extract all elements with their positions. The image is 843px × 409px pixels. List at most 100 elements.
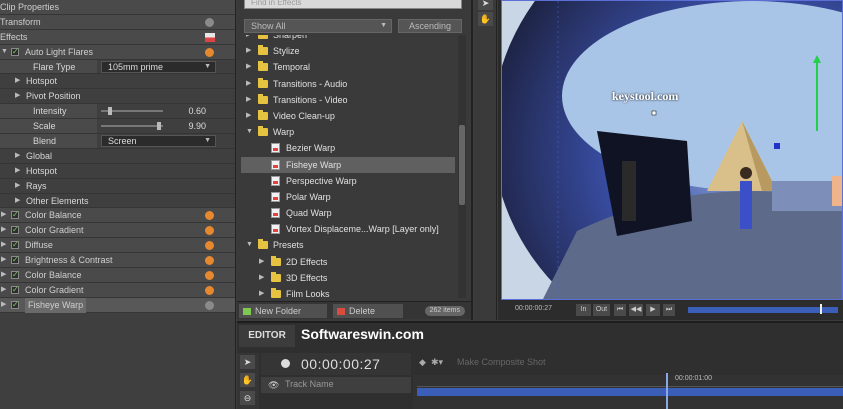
expand-arrow-icon[interactable]: ▶	[259, 286, 264, 298]
flare-type-select[interactable]: 105mm prime ▼	[101, 60, 216, 73]
effect-checkbox[interactable]	[11, 208, 19, 223]
expand-arrow-icon[interactable]: ▶	[246, 43, 251, 59]
pivot-position-row[interactable]: ▶ Pivot Position	[0, 89, 235, 105]
effect-checkbox[interactable]	[11, 45, 19, 60]
tree-effect-item[interactable]: Polar Warp	[241, 189, 455, 205]
video-frame[interactable]: keystool.com	[501, 0, 843, 300]
expand-arrow-icon[interactable]: ▶	[1, 238, 9, 253]
intensity-value[interactable]: 0.60	[188, 104, 206, 119]
reset-icon[interactable]	[205, 17, 214, 27]
play-icon[interactable]: ▶	[646, 304, 660, 316]
step-back-icon[interactable]: ◀◀	[629, 304, 643, 316]
expand-arrow-icon[interactable]: ▶	[259, 270, 264, 286]
expand-arrow-icon[interactable]: ▶	[246, 35, 251, 43]
scrubber-playhead[interactable]	[820, 304, 822, 314]
sort-button[interactable]: Ascending	[398, 19, 462, 33]
viewer-scrubber[interactable]	[688, 304, 838, 314]
expand-arrow-icon[interactable]: ▶	[246, 108, 251, 124]
snap-icon[interactable]: ◆	[419, 357, 426, 368]
effects-row[interactable]: Effects	[0, 29, 235, 45]
expand-arrow-icon[interactable]: ▶	[1, 268, 9, 283]
collapse-arrow-icon[interactable]: ▼	[246, 124, 253, 140]
expand-arrow-icon[interactable]: ▶	[246, 92, 251, 108]
jump-end-icon[interactable]: ⏭	[663, 304, 675, 316]
tree-effect-item[interactable]: Fisheye Warp	[241, 156, 455, 173]
effect-checkbox[interactable]	[11, 283, 19, 298]
timeline-track[interactable]	[417, 388, 843, 396]
effect-checkbox[interactable]	[11, 238, 19, 253]
link-tool-icon[interactable]: ⊖	[240, 391, 255, 405]
effect-settings-icon[interactable]	[205, 271, 214, 281]
tree-folder-item[interactable]: ▼ Warp	[241, 124, 455, 140]
effect-settings-icon[interactable]	[205, 256, 214, 266]
make-composite-shot-button[interactable]: Make Composite Shot	[457, 357, 546, 367]
pointer-tool-icon[interactable]: ➤	[240, 355, 255, 369]
tree-folder-item[interactable]: ▶ Video Clean-up	[241, 108, 455, 124]
expand-arrow-icon[interactable]: ▶	[15, 74, 23, 89]
intensity-slider[interactable]	[101, 107, 163, 116]
collapse-arrow-icon[interactable]: ▼	[246, 237, 253, 253]
effects-icon[interactable]	[205, 32, 215, 42]
expand-arrow-icon[interactable]: ▶	[246, 76, 251, 92]
expand-arrow-icon[interactable]: ▶	[15, 194, 23, 209]
expand-arrow-icon[interactable]: ▶	[246, 59, 251, 75]
expand-arrow-icon[interactable]: ▶	[1, 223, 9, 238]
timeline[interactable]: 00:00:01:00	[413, 373, 843, 409]
timeline-ruler[interactable]: 00:00:01:00	[417, 375, 843, 387]
slider-handle[interactable]	[107, 107, 112, 116]
tree-folder-item[interactable]: ▶ Transitions - Audio	[241, 76, 455, 92]
expand-arrow-icon[interactable]: ▶	[15, 89, 23, 104]
tree-effect-item[interactable]: Quad Warp	[241, 205, 455, 221]
effect-row[interactable]: ▶Brightness & Contrast	[0, 253, 235, 268]
transform-row[interactable]: Transform	[0, 14, 235, 30]
expand-arrow-icon[interactable]: ▼	[1, 45, 9, 60]
expand-arrow-icon[interactable]: ▶	[259, 254, 264, 270]
effect-row[interactable]: ▶Color Balance	[0, 208, 235, 223]
other-elements-row[interactable]: ▶ Other Elements	[0, 194, 235, 209]
timeline-playhead[interactable]	[666, 373, 668, 409]
effect-checkbox[interactable]	[11, 268, 19, 283]
slider-handle[interactable]	[157, 122, 162, 131]
tab-editor[interactable]: EDITOR	[239, 325, 295, 347]
effect-settings-icon[interactable]	[205, 47, 214, 57]
effect-row[interactable]: ▶Diffuse	[0, 238, 235, 253]
effect-settings-icon[interactable]	[205, 300, 214, 310]
filter-select[interactable]: Show All ▼	[244, 19, 392, 33]
tree-effect-item[interactable]: Vortex Displaceme...Warp [Layer only]	[241, 221, 455, 237]
effect-row[interactable]: ▶Color Gradient	[0, 223, 235, 238]
expand-arrow-icon[interactable]: ▶	[1, 298, 9, 313]
effect-row[interactable]: ▶Color Gradient	[0, 282, 235, 298]
settings-icon[interactable]: ✱▾	[431, 357, 443, 368]
in-button[interactable]: In	[576, 304, 591, 316]
scrollbar[interactable]	[458, 35, 466, 298]
blend-select[interactable]: Screen ▼	[101, 135, 216, 148]
tree-folder-item[interactable]: ▶ 2D Effects	[241, 254, 455, 270]
effect-settings-icon[interactable]	[205, 226, 214, 236]
effect-row[interactable]: ▶Color Balance	[0, 268, 235, 283]
expand-arrow-icon[interactable]: ▶	[15, 179, 23, 194]
search-input[interactable]: Find in Effects	[244, 0, 462, 9]
expand-arrow-icon[interactable]: ▶	[15, 164, 23, 179]
effect-settings-icon[interactable]	[205, 285, 214, 295]
hotspot-row[interactable]: ▶ Hotspot	[0, 164, 235, 179]
jump-start-icon[interactable]: ⏮	[614, 304, 626, 316]
scrollbar-thumb[interactable]	[459, 125, 465, 205]
effect-row-selected[interactable]: ▶Fisheye Warp	[0, 297, 235, 313]
effect-settings-icon[interactable]	[205, 211, 214, 221]
global-row[interactable]: ▶ Global	[0, 149, 235, 164]
expand-arrow-icon[interactable]: ▶	[15, 149, 23, 164]
expand-arrow-icon[interactable]: ▶	[1, 208, 9, 223]
tree-folder-item[interactable]: ▶ Stylize	[241, 43, 455, 59]
hand-tool-icon[interactable]: ✋	[478, 12, 493, 26]
expand-arrow-icon[interactable]: ▶	[1, 283, 9, 298]
effect-settings-icon[interactable]	[205, 241, 214, 251]
tree-folder-item[interactable]: ▶ Film Looks	[241, 286, 455, 298]
track-name[interactable]: Track Name	[285, 379, 334, 389]
out-button[interactable]: Out	[593, 304, 610, 316]
tree-folder-item[interactable]: ▶ Temporal	[241, 59, 455, 75]
effect-checkbox[interactable]	[11, 298, 19, 313]
expand-arrow-icon[interactable]: ▶	[1, 253, 9, 268]
delete-button[interactable]: Delete	[333, 304, 403, 318]
rays-row[interactable]: ▶ Rays	[0, 179, 235, 194]
tree-folder-item[interactable]: ▼ Presets	[241, 237, 455, 253]
